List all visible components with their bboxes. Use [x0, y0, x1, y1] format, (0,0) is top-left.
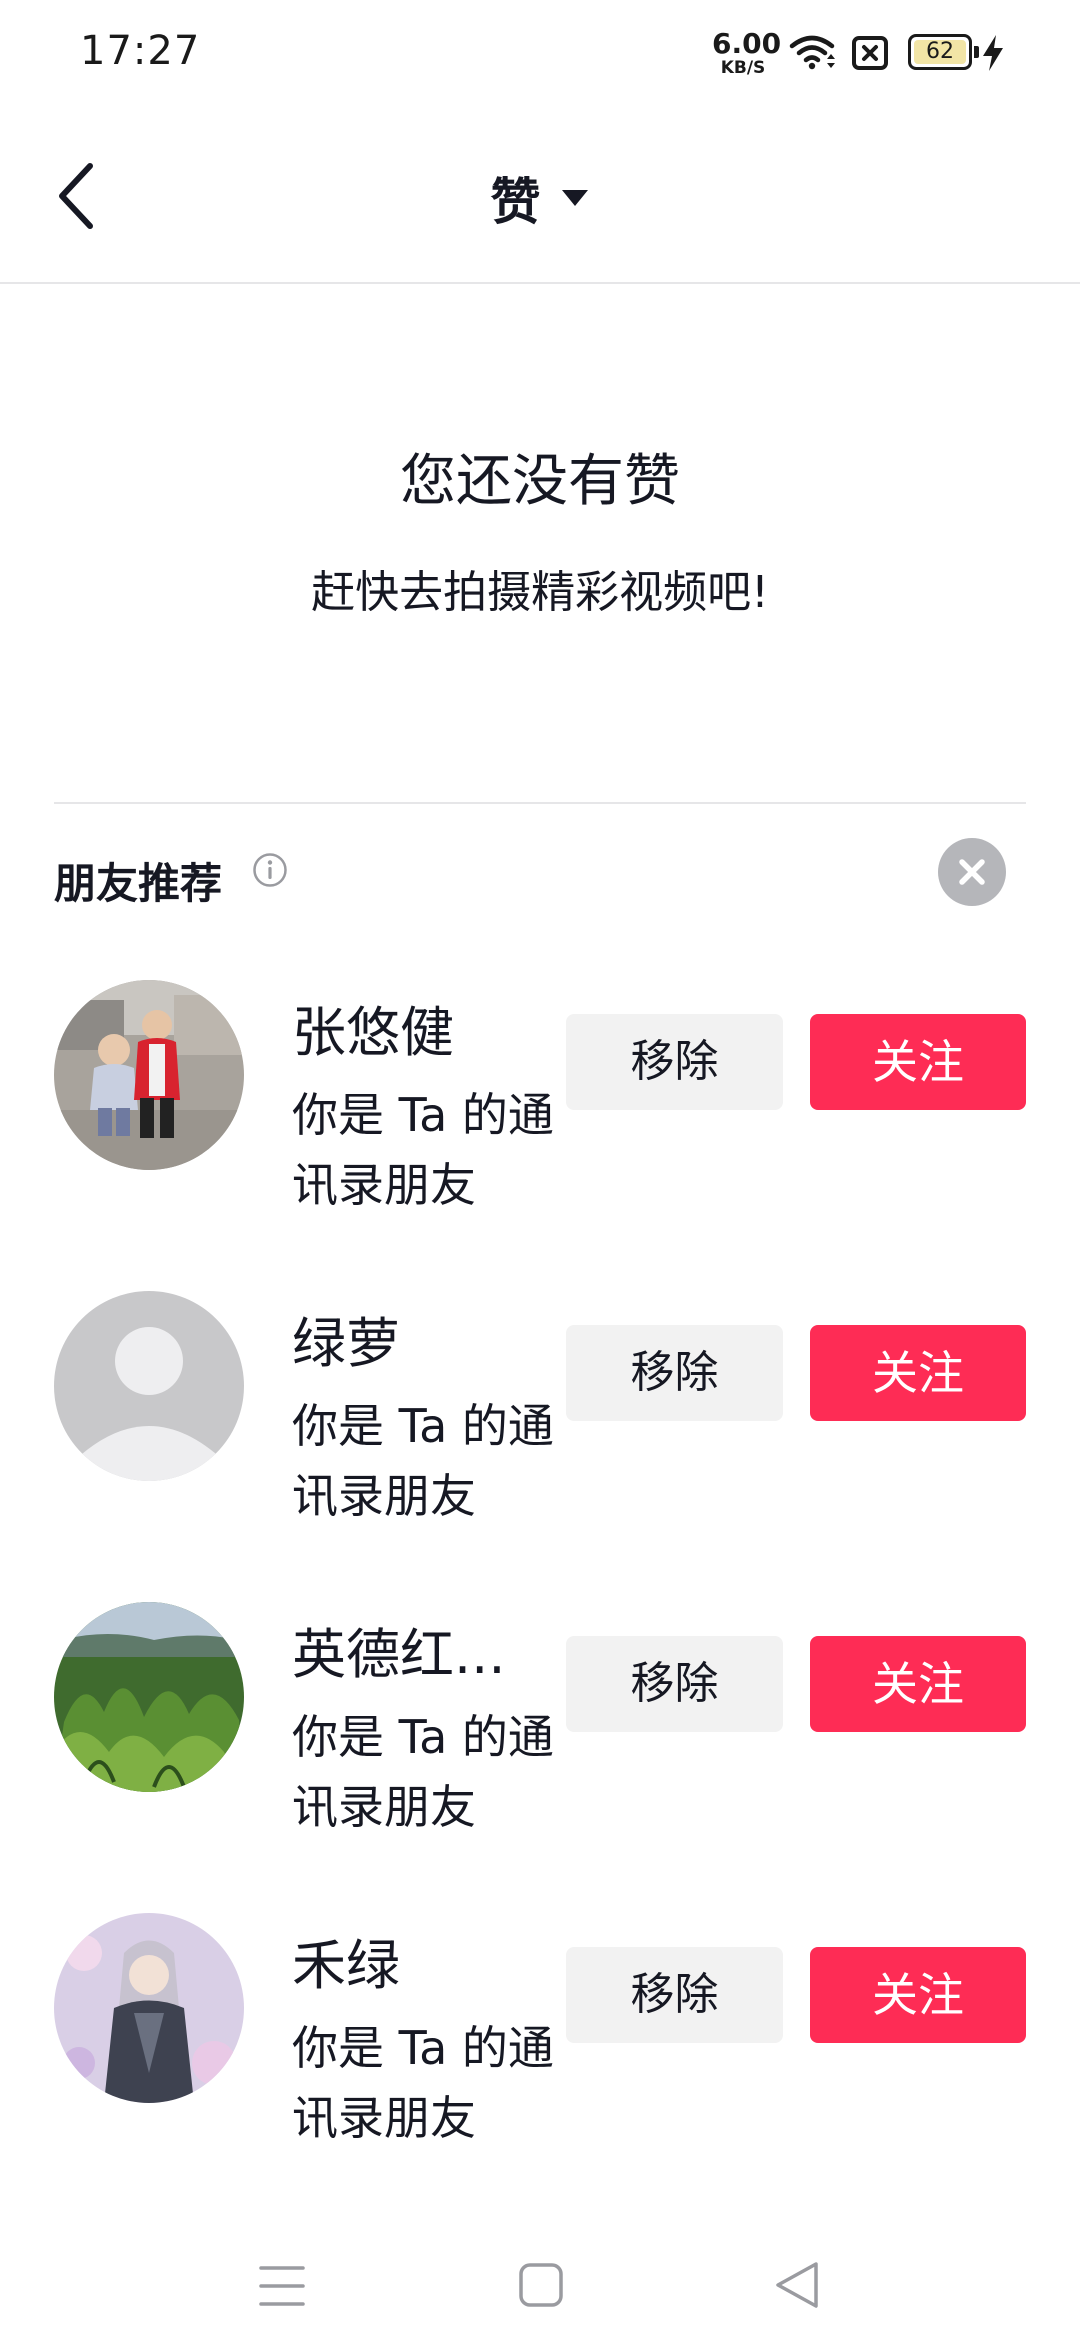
remove-button[interactable]: 移除	[566, 1325, 783, 1421]
friend-row: 禾绿 你是 Ta 的通讯录朋友 移除 关注	[0, 1913, 1080, 2153]
friend-description: 你是 Ta 的通讯录朋友	[292, 1710, 554, 1834]
divider	[54, 802, 1026, 804]
battery-level: 62	[926, 39, 954, 64]
friend-description: 你是 Ta 的通讯录朋友	[292, 1399, 554, 1523]
photo-tea-field	[54, 1602, 244, 1792]
friend-name: 禾绿	[292, 1934, 400, 1997]
anime-character	[54, 1913, 244, 2103]
friend-name: 英德红...	[292, 1623, 506, 1686]
remove-button[interactable]: 移除	[566, 1636, 783, 1732]
wifi-icon	[789, 35, 835, 70]
network-speed: 6.00 KB/S	[712, 27, 782, 78]
follow-button[interactable]: 关注	[810, 1947, 1026, 2043]
photo-two-children	[54, 980, 244, 1170]
friend-name: 绿萝	[292, 1312, 400, 1375]
status-bar: 17:27 6.00 KB/S 62	[0, 0, 1080, 100]
follow-button[interactable]: 关注	[810, 1325, 1026, 1421]
home-square-icon[interactable]	[518, 2262, 564, 2308]
network-speed-value: 6.00	[712, 27, 782, 60]
avatar[interactable]	[54, 1291, 244, 1481]
friend-row: 张悠健 你是 Ta 的通讯录朋友 移除 关注	[0, 980, 1080, 1220]
charging-bolt-icon	[983, 35, 1003, 71]
friend-row: 绿萝 你是 Ta 的通讯录朋友 移除 关注	[0, 1291, 1080, 1531]
remove-button[interactable]: 移除	[566, 1947, 783, 2043]
status-time: 17:27	[80, 28, 201, 74]
default-avatar	[54, 1291, 244, 1481]
empty-state-subtitle: 赶快去拍摄精彩视频吧!	[311, 567, 769, 618]
avatar[interactable]	[54, 1602, 244, 1792]
remove-button[interactable]: 移除	[566, 1014, 783, 1110]
no-sim-icon	[852, 36, 888, 70]
follow-button[interactable]: 关注	[810, 1636, 1026, 1732]
friend-description: 你是 Ta 的通讯录朋友	[292, 1088, 554, 1212]
friend-row: 英德红... 你是 Ta 的通讯录朋友 移除 关注	[0, 1602, 1080, 1842]
title-dropdown[interactable]: 赞	[0, 162, 1080, 234]
friend-name: 张悠健	[292, 1001, 454, 1064]
follow-button[interactable]: 关注	[810, 1014, 1026, 1110]
page-title: 赞	[490, 173, 541, 231]
back-triangle-icon[interactable]	[774, 2260, 820, 2310]
close-icon	[959, 859, 985, 885]
navigation-bar	[0, 2220, 1080, 2340]
caret-down-icon	[561, 190, 588, 206]
avatar[interactable]	[54, 980, 244, 1170]
empty-state-title: 您还没有赞	[400, 449, 680, 514]
header: 赞	[0, 100, 1080, 284]
battery-icon: 62	[908, 34, 972, 70]
section-title: 朋友推荐	[54, 859, 223, 908]
friend-description: 你是 Ta 的通讯录朋友	[292, 2021, 554, 2145]
battery-tip	[974, 46, 979, 58]
info-icon[interactable]	[252, 852, 288, 888]
avatar[interactable]	[54, 1913, 244, 2103]
menu-icon[interactable]	[258, 2264, 306, 2308]
network-speed-unit: KB/S	[720, 58, 766, 78]
close-recommendations-button[interactable]	[938, 838, 1006, 906]
screen: 17:27 6.00 KB/S 62 赞 您还没有赞 赶快去拍摄精彩视频吧! 朋…	[0, 0, 1080, 2340]
